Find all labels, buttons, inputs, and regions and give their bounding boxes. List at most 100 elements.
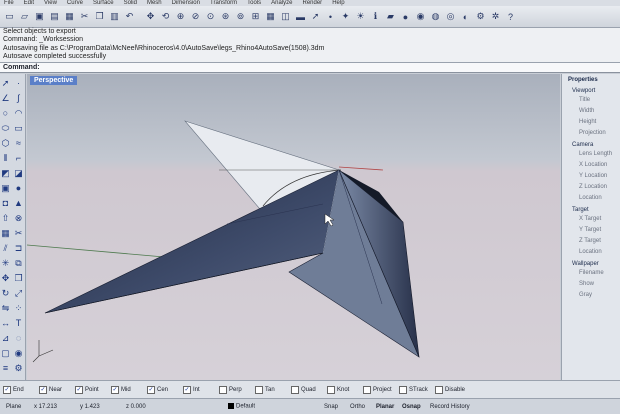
dimension-icon[interactable]: ↔	[0, 317, 12, 329]
status-snap-toggle[interactable]: Snap	[321, 404, 347, 410]
options-icon[interactable]: ⚙	[13, 362, 25, 374]
prop-x-target[interactable]: X Target	[562, 214, 620, 225]
mesh-icon[interactable]: ▦	[0, 227, 12, 239]
new-file-icon[interactable]: ▭	[3, 10, 16, 23]
osnap-cen[interactable]: ✓ Cen	[147, 385, 183, 394]
rectangle-icon[interactable]: ▭	[13, 122, 25, 134]
osnap-tan[interactable]: Tan	[255, 385, 291, 394]
osnap-disable[interactable]: Disable	[435, 385, 471, 394]
select-arrow-icon[interactable]: ➚	[0, 77, 12, 89]
zoom-icon[interactable]: ⊕	[174, 10, 187, 23]
prop-camera-location[interactable]: Location	[562, 193, 620, 204]
info-icon[interactable]: ℹ	[369, 10, 382, 23]
command-line[interactable]: Command:	[0, 63, 620, 73]
trim-icon[interactable]: ✂	[13, 227, 25, 239]
prop-title[interactable]: Title	[562, 95, 620, 106]
light-icon[interactable]: ✦	[339, 10, 352, 23]
osnap-project[interactable]: Project	[363, 385, 399, 394]
point-tool-icon[interactable]: ·	[13, 77, 25, 89]
copy-icon[interactable]: ❐	[93, 10, 106, 23]
prop-lens-length[interactable]: Lens Length	[562, 149, 620, 160]
split-icon[interactable]: ⫽	[0, 242, 12, 254]
polygon-icon[interactable]: ⬡	[0, 137, 12, 149]
settings-gear-icon[interactable]: ⚙	[474, 10, 487, 23]
prop-gray[interactable]: Gray	[562, 290, 620, 301]
checkbox-icon[interactable]	[219, 385, 227, 394]
checkbox-icon[interactable]: ✓	[147, 385, 155, 394]
arc-icon[interactable]: ◠	[13, 107, 25, 119]
render-icon[interactable]: ◉	[13, 347, 25, 359]
osnap-int[interactable]: ✓ Int	[183, 385, 219, 394]
checkbox-icon[interactable]: ✓	[111, 385, 119, 394]
sphere-icon[interactable]: ●	[13, 182, 25, 194]
point-icon[interactable]: •	[324, 10, 337, 23]
fillet-icon[interactable]: ⌐	[13, 152, 25, 164]
osnap-near[interactable]: ✓ Near	[39, 385, 75, 394]
array-icon[interactable]: ⁘	[13, 302, 25, 314]
curve-icon[interactable]: ∫	[13, 92, 25, 104]
viewport-section-header[interactable]: Viewport	[562, 85, 620, 95]
snap-view-icon[interactable]: ⊚	[234, 10, 247, 23]
prop-target-location[interactable]: Location	[562, 247, 620, 258]
bulb-icon[interactable]: ☀	[354, 10, 367, 23]
osnap-end[interactable]: ✓ End	[3, 385, 39, 394]
undo-icon[interactable]: ↶	[123, 10, 136, 23]
checkbox-icon[interactable]	[363, 385, 371, 394]
ball-icon[interactable]: ◐	[459, 10, 472, 23]
zoom-extents-icon[interactable]: ⊙	[204, 10, 217, 23]
zoom-selected-icon[interactable]: ⊛	[219, 10, 232, 23]
extrude-icon[interactable]: ⇧	[0, 212, 12, 224]
ellipse-icon[interactable]: ⬭	[0, 122, 12, 134]
boolean-icon[interactable]: ⊗	[13, 212, 25, 224]
status-layer[interactable]: Default	[225, 403, 321, 410]
target-icon[interactable]: ◎	[444, 10, 457, 23]
prop-filename[interactable]: Filename	[562, 268, 620, 279]
box-icon[interactable]: ▣	[0, 182, 12, 194]
prop-projection[interactable]: Projection	[562, 128, 620, 139]
text-icon[interactable]: T	[13, 317, 25, 329]
osnap-point[interactable]: ✓ Point	[75, 385, 111, 394]
polyline-icon[interactable]: ∠	[0, 92, 12, 104]
scale-icon[interactable]: ⤢	[13, 287, 25, 299]
book-icon[interactable]: ▰	[384, 10, 397, 23]
osnap-perp[interactable]: Perp	[219, 385, 255, 394]
help-icon[interactable]: ?	[504, 10, 517, 23]
prop-z-location[interactable]: Z Location	[562, 182, 620, 193]
surface-icon[interactable]: ◩	[0, 167, 12, 179]
properties-icon[interactable]: ▦	[63, 10, 76, 23]
camera-section-header[interactable]: Camera	[562, 139, 620, 149]
print-icon[interactable]: ▤	[48, 10, 61, 23]
prop-x-location[interactable]: X Location	[562, 160, 620, 171]
viewport-title[interactable]: Perspective	[30, 76, 78, 85]
explode-icon[interactable]: ✳	[0, 257, 12, 269]
osnap-knot[interactable]: Knot	[327, 385, 363, 394]
checkbox-icon[interactable]: ✓	[75, 385, 83, 394]
rotate-view-icon[interactable]: ⟲	[159, 10, 172, 23]
cut-icon[interactable]: ✂	[78, 10, 91, 23]
hide-icon[interactable]: ◌	[13, 332, 25, 344]
checkbox-icon[interactable]: ✓	[3, 385, 11, 394]
offset-icon[interactable]: ⫴	[0, 152, 12, 164]
perspective-viewport[interactable]: Perspective	[27, 74, 560, 380]
viewport-canvas[interactable]	[27, 74, 560, 380]
checkbox-icon[interactable]	[291, 385, 299, 394]
freeform-icon[interactable]: ≈	[13, 137, 25, 149]
checkbox-icon[interactable]	[435, 385, 443, 394]
checkbox-icon[interactable]	[327, 385, 335, 394]
shaded-sphere-icon[interactable]: ●	[399, 10, 412, 23]
save-icon[interactable]: ▣	[33, 10, 46, 23]
prop-y-location[interactable]: Y Location	[562, 171, 620, 182]
prop-z-target[interactable]: Z Target	[562, 236, 620, 247]
prop-width[interactable]: Width	[562, 106, 620, 117]
layer-icon[interactable]: ◫	[279, 10, 292, 23]
osnap-strack[interactable]: STrack	[399, 385, 435, 394]
status-record-history-toggle[interactable]: Record History	[427, 404, 473, 410]
checkbox-icon[interactable]	[399, 385, 407, 394]
checkbox-icon[interactable]: ✓	[183, 385, 191, 394]
loft-icon[interactable]: ◪	[13, 167, 25, 179]
cursor-icon[interactable]: ➚	[309, 10, 322, 23]
wallpaper-section-header[interactable]: Wallpaper	[562, 258, 620, 268]
open-file-icon[interactable]: ▱	[18, 10, 31, 23]
mirror-icon[interactable]: ⇋	[0, 302, 12, 314]
cylinder-icon[interactable]: ◘	[0, 197, 12, 209]
